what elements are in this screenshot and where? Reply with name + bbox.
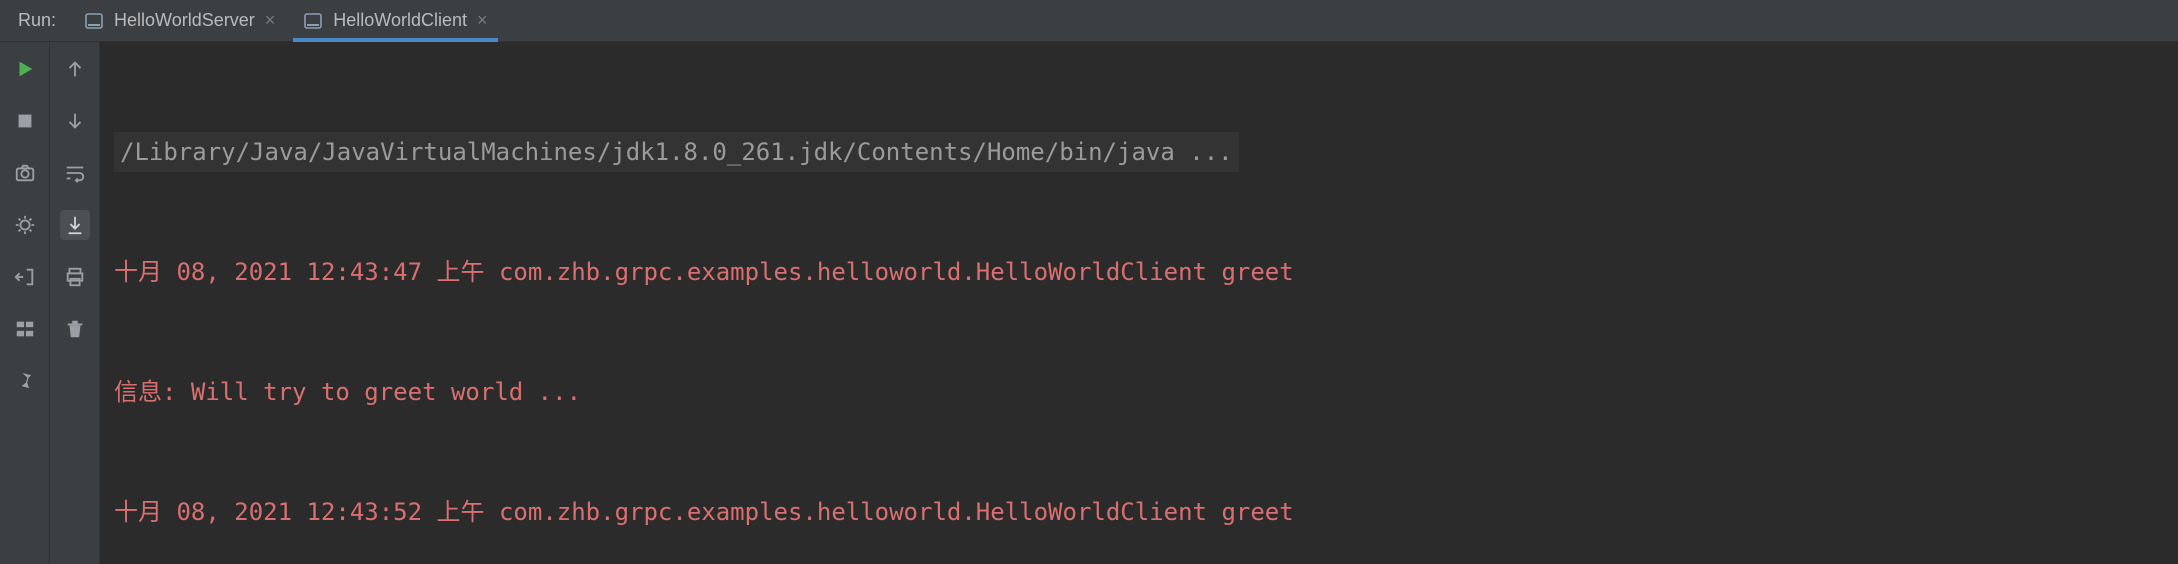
wrap-icon[interactable] [60, 158, 90, 188]
run-icon[interactable] [10, 54, 40, 84]
stop-icon[interactable] [10, 106, 40, 136]
log-line: 十月 08, 2021 12:43:47 上午 com.zhb.grpc.exa… [114, 252, 2164, 292]
layout-icon[interactable] [10, 314, 40, 344]
left-gutter [0, 42, 50, 564]
exit-icon[interactable] [10, 262, 40, 292]
second-gutter [50, 42, 100, 564]
debug-icon[interactable] [10, 210, 40, 240]
trash-icon[interactable] [60, 314, 90, 344]
tab-label: HelloWorldClient [333, 10, 467, 31]
log-line: 十月 08, 2021 12:43:52 上午 com.zhb.grpc.exa… [114, 492, 2164, 532]
print-icon[interactable] [60, 262, 90, 292]
tab-helloworldserver[interactable]: HelloWorldServer × [70, 0, 289, 41]
scroll-to-end-icon[interactable] [60, 210, 90, 240]
down-icon[interactable] [60, 106, 90, 136]
camera-icon[interactable] [10, 158, 40, 188]
run-label: Run: [0, 0, 70, 41]
console-output[interactable]: /Library/Java/JavaVirtualMachines/jdk1.8… [100, 42, 2178, 564]
log-line: 信息: Will try to greet world ... [114, 372, 2164, 412]
tab-label: HelloWorldServer [114, 10, 255, 31]
run-config-icon [84, 11, 104, 31]
up-icon[interactable] [60, 54, 90, 84]
run-tabbar: Run: HelloWorldServer × HelloWorldClient… [0, 0, 2178, 42]
run-config-icon [303, 11, 323, 31]
pin-icon[interactable] [10, 366, 40, 396]
close-icon[interactable]: × [477, 10, 488, 31]
close-icon[interactable]: × [265, 10, 276, 31]
command-line: /Library/Java/JavaVirtualMachines/jdk1.8… [114, 132, 1239, 172]
tab-helloworldclient[interactable]: HelloWorldClient × [289, 0, 501, 41]
